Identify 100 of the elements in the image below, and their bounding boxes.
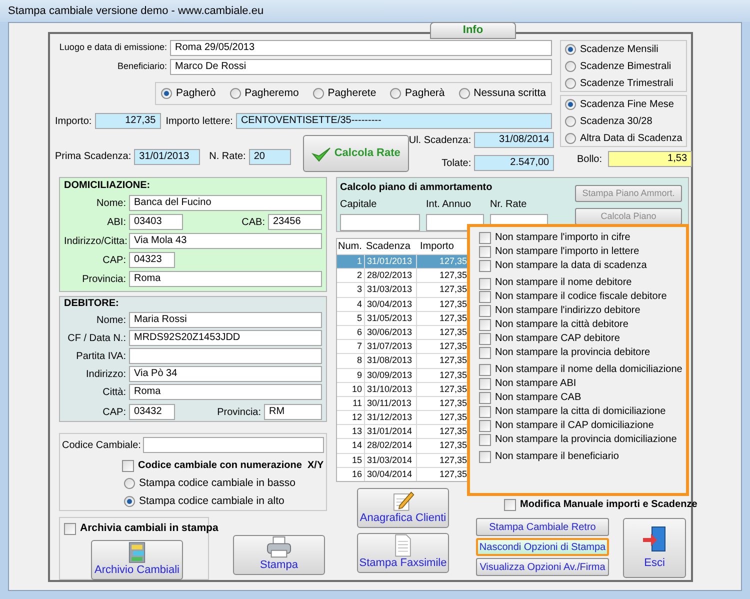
text-field[interactable]: 03432 [129,404,175,420]
text-field[interactable]: 2.547,00 [474,155,554,171]
amount-field[interactable]: 127,35 [94,113,161,129]
cabinet-button[interactable]: Archivio Cambiali [91,540,183,580]
option-button[interactable]: Visualizza Opzioni Av./Firma [476,558,609,576]
text-field[interactable]: Via Pò 34 [129,366,322,382]
checkbox[interactable] [479,246,491,258]
stamp-duty-field[interactable]: 1,53 [608,151,692,167]
table-cell: 8 [337,354,365,368]
table-cell: 31/01/2013 [365,255,417,268]
text-field[interactable] [129,348,322,364]
radio-label: Pagherete [328,86,376,101]
checkbox[interactable] [479,291,491,304]
checkbox[interactable] [64,522,76,535]
radio-button[interactable] [565,44,576,54]
radio-button[interactable] [565,132,576,144]
option-button[interactable]: Stampa Cambiale Retro [476,518,609,536]
text-field[interactable] [142,437,324,453]
radio-button[interactable] [312,88,324,99]
radio-button[interactable] [565,116,576,126]
checkbox[interactable] [479,392,491,404]
option-button[interactable]: Nascondi Opzioni di Stampa [476,538,609,556]
table-cell: 11 [337,396,365,410]
door-icon [642,524,668,553]
text-field[interactable]: Roma [129,271,322,287]
radio-button[interactable] [124,478,135,490]
checkbox[interactable] [479,364,491,376]
section-title: DOMICILIAZIONE: [64,180,152,192]
clients-button[interactable]: Anagrafica Clienti [357,488,449,528]
field-label: Nome: [96,314,126,328]
document-icon [392,534,414,557]
radio-button[interactable] [124,496,135,508]
text-field[interactable] [340,214,420,231]
table-cell: 2 [337,269,365,282]
checkbox-label: Non stampare ABI [495,378,576,391]
checkbox[interactable] [479,451,491,464]
text-field[interactable]: Maria Rossi [129,312,322,328]
field-label: Nr. Rate [490,198,528,212]
checkbox-label: Non stampare il CAP domiciliazione [495,420,654,432]
checkbox[interactable] [479,406,491,418]
radio-button[interactable] [565,60,576,72]
field-label: Provincia: [217,406,261,420]
field-label: Importo: [55,114,92,128]
text-field[interactable]: 31/01/2013 [134,148,200,164]
field-label: CAP: [102,254,126,268]
text-field[interactable]: RM [264,404,322,420]
field-label: Città: [102,386,126,400]
radio-label: Nessuna scritta [474,86,546,101]
text-field[interactable]: Roma 29/05/2013 [170,40,552,56]
radio-label: Pagherà [405,86,445,101]
checkbox[interactable] [479,378,491,390]
print-button[interactable]: Stampa [233,535,325,575]
radio-button[interactable] [161,88,172,99]
text-field[interactable]: 03403 [129,214,183,230]
checkbox[interactable] [479,278,491,290]
field-label: Luogo e data di emissione: [58,41,167,54]
text-field[interactable]: Banca del Fucino [129,195,322,211]
text-field[interactable]: MRDS92S20Z1453JDD [129,330,322,346]
table-cell: 30/06/2013 [365,326,417,340]
checkbox[interactable] [479,333,491,346]
radio-button[interactable] [458,88,470,99]
checkbox[interactable] [479,420,491,432]
checkbox-label: Non stampare il beneficiario [495,451,619,464]
checkbox-label: Non stampare l'indirizzo debitore [495,305,640,318]
checkbox[interactable] [504,498,516,510]
radio-button[interactable] [230,88,241,99]
table-cell: 31/05/2013 [365,312,417,325]
text-field[interactable]: 20 [248,148,291,164]
table-cell: 31/08/2013 [365,354,417,368]
checkbox[interactable] [479,319,491,332]
checkbox[interactable] [479,260,491,272]
radio-label: Stampa codice cambiale in alto [139,494,284,509]
checkbox[interactable] [122,460,134,472]
info-tab[interactable]: Info [430,22,516,39]
radio-label: Scadenze Bimestrali [580,60,672,74]
text-field[interactable]: Marco De Rossi [170,59,552,75]
field-label: Int. Annuo [426,198,472,212]
field-label: Ul. Scadenza: [408,134,472,148]
text-field[interactable]: 23456 [268,214,322,230]
table-cell: 30/11/2013 [365,396,417,410]
exit-button[interactable]: Esci [623,518,686,578]
text-field[interactable]: Via Mola 43 [129,233,322,249]
radio-button[interactable] [565,98,576,110]
checkbox[interactable] [479,346,491,359]
table-cell: 10 [337,382,365,396]
radio-button[interactable] [390,88,402,99]
radio-button[interactable] [565,78,576,88]
table-cell: 14 [337,439,365,453]
table-cell: 16 [337,468,365,481]
column-header: Num. [337,240,363,254]
fax-button[interactable]: Stampa Faxsimile [357,533,449,573]
text-field[interactable]: 31/08/2014 [474,132,554,148]
amount-words-field[interactable]: CENTOVENTISETTE/35--------- [236,113,552,129]
checkbox[interactable] [479,434,491,446]
text-field[interactable]: Roma [129,384,322,400]
text-field[interactable]: 04323 [129,252,175,268]
checkbox[interactable] [479,232,491,244]
field-label: Partita IVA: [75,350,126,364]
checkbox[interactable] [479,305,491,318]
table-cell: 6 [337,326,365,340]
